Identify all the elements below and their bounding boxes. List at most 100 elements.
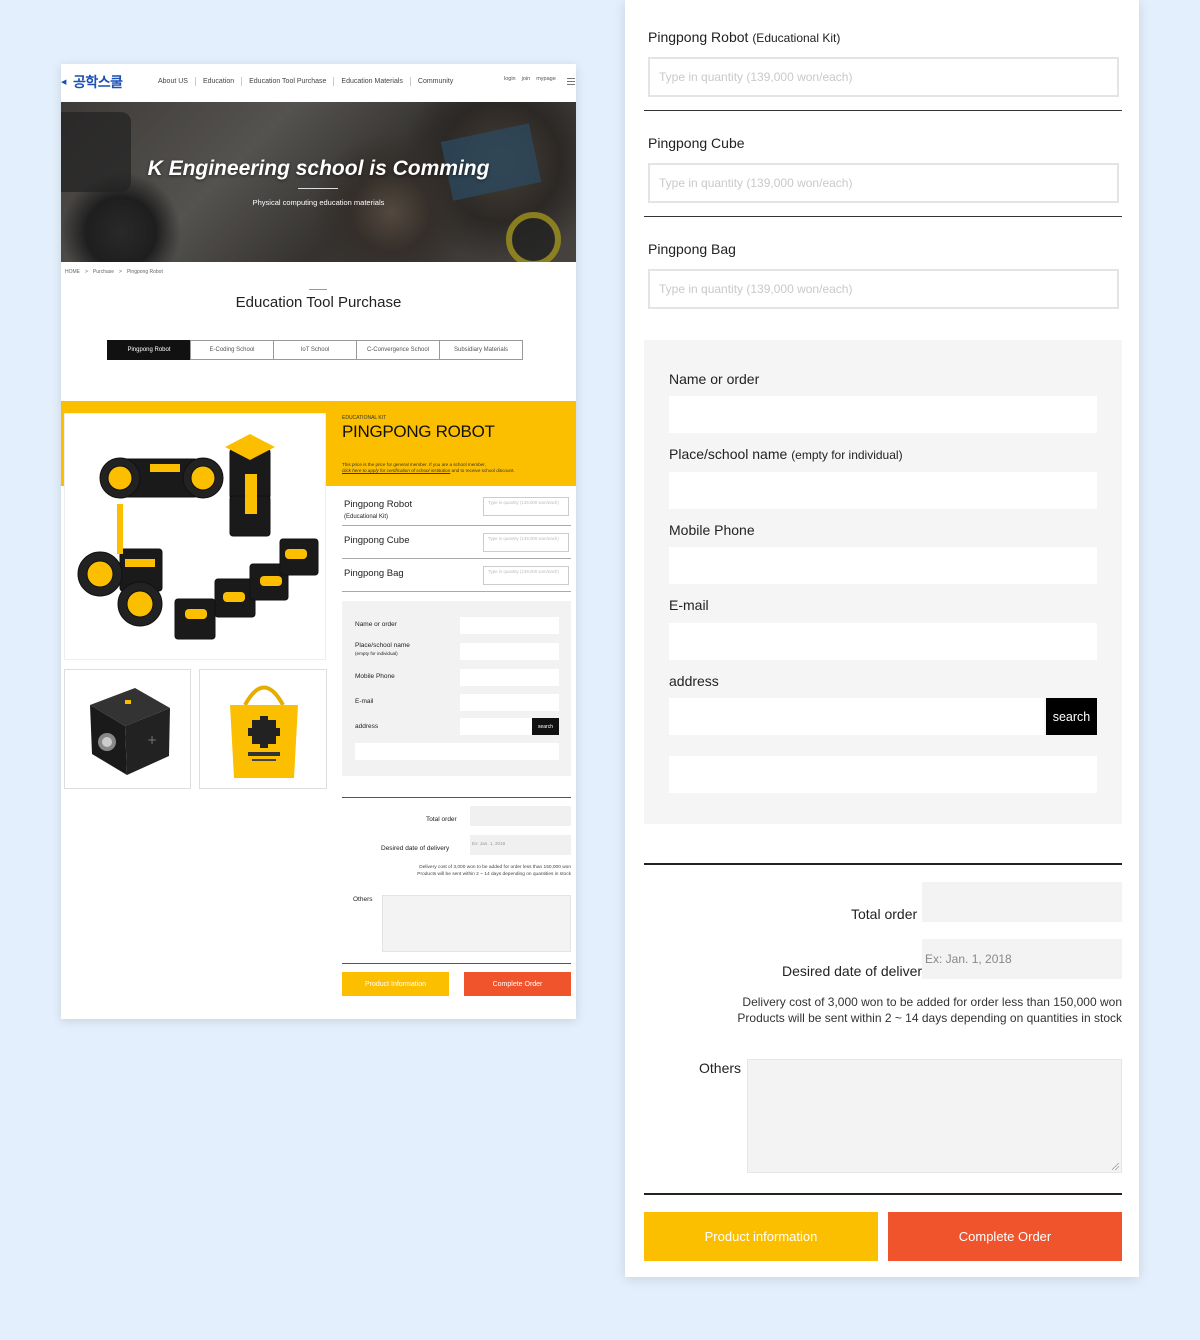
item-row-robot: Pingpong Robot (Educational Kit) Type in … <box>342 493 571 526</box>
email-input[interactable] <box>669 623 1097 660</box>
quantity-input-bag[interactable]: Type in quantity (139,000 won/each) <box>483 566 569 585</box>
quantity-input-robot[interactable]: Type in quantity (139,000 won/each) <box>483 497 569 516</box>
product-name: PINGPONG ROBOT <box>342 422 495 441</box>
hamburger-menu-icon[interactable] <box>567 78 575 85</box>
email-label: E-mail <box>355 698 374 705</box>
phone-input[interactable] <box>460 669 559 686</box>
top-navigation: ◀ 공학스쿨 About US Education Education Tool… <box>61 64 576 100</box>
address-label: address <box>355 723 379 730</box>
orderer-info-box: Name or order Place/school name (empty f… <box>644 340 1122 824</box>
section-divider <box>644 863 1122 865</box>
address-input[interactable] <box>669 698 1044 735</box>
section-divider <box>644 110 1122 111</box>
address-detail-input[interactable] <box>669 756 1097 793</box>
address-label: address <box>669 673 719 689</box>
place-label-text: Place/school name <box>669 446 788 462</box>
hero-divider <box>298 188 338 189</box>
menu-item-about[interactable]: About US <box>151 77 196 86</box>
site-logo[interactable]: 공학스쿨 <box>73 72 123 92</box>
delivery-note: Delivery cost of 3,000 won to be added f… <box>644 994 1122 1026</box>
quantity-input-bag[interactable]: Type in quantity (139,000 won/each) <box>648 269 1119 309</box>
tab-subsidiary-materials[interactable]: Subsidiary Materials <box>439 340 523 360</box>
email-input[interactable] <box>460 694 559 711</box>
item-sub-label: (Educational Kit) <box>752 31 841 45</box>
item-sub-label: (Educational Kit) <box>344 514 389 520</box>
product-kicker: EDUCATIONAL KIT <box>342 415 387 421</box>
others-textarea[interactable] <box>747 1059 1122 1173</box>
address-detail-input[interactable] <box>355 743 559 760</box>
item-label: Pingpong Robot (Educational Kit) <box>648 29 840 45</box>
breadcrumb-current: Pingpong Robot <box>126 269 163 275</box>
name-input[interactable] <box>460 617 559 634</box>
delivery-note: Delivery cost of 3,000 won to be added f… <box>342 864 571 878</box>
name-input[interactable] <box>669 396 1097 433</box>
address-search-button[interactable]: search <box>532 718 559 735</box>
product-information-button[interactable]: Product information <box>644 1212 878 1261</box>
item-name: Pingpong Bag <box>344 568 404 579</box>
delivery-cost-note: Delivery cost of 3,000 won to be added f… <box>419 865 571 870</box>
item-row-cube: Pingpong Cube Type in quantity (139,000 … <box>342 529 571 559</box>
login-link[interactable]: login <box>504 76 516 82</box>
name-label: Name or order <box>355 621 397 628</box>
section-divider <box>342 963 571 964</box>
tab-pingpong-robot[interactable]: Pingpong Robot <box>107 340 191 360</box>
menu-item-materials[interactable]: Education Materials <box>334 77 411 86</box>
tab-iot-school[interactable]: IoT School <box>273 340 357 360</box>
phone-input[interactable] <box>669 547 1097 584</box>
quantity-input-cube[interactable]: Type in quantity (139,000 won/each) <box>648 163 1119 203</box>
breadcrumb: HOME > Purchase > Pingpong Robot <box>65 269 163 275</box>
orderer-info-box: Name or order Place/school name (empty fo… <box>342 601 571 776</box>
complete-order-button[interactable]: Complete Order <box>888 1212 1122 1261</box>
join-link[interactable]: join <box>522 76 531 82</box>
delivery-date-input[interactable]: Ex: Jan. 1, 2018 <box>470 835 571 855</box>
quantity-input-robot[interactable]: Type in quantity (139,000 won/each) <box>648 57 1119 97</box>
title-dash <box>309 289 327 290</box>
product-main-image <box>64 413 326 660</box>
place-input[interactable] <box>669 472 1097 509</box>
place-input[interactable] <box>460 643 559 660</box>
email-label: E-mail <box>669 597 709 613</box>
menu-item-community[interactable]: Community <box>411 77 460 86</box>
name-label: Name or order <box>669 371 760 387</box>
place-sub-label: (empty for individual) <box>355 651 398 656</box>
pingpong-robot-kit-illustration <box>77 434 319 640</box>
price-note-text: This price is the price for general memb… <box>342 462 486 467</box>
address-input[interactable] <box>460 718 532 735</box>
pingpong-bag-illustration <box>230 685 298 778</box>
school-certification-link[interactable]: click here to apply for certification of… <box>342 468 450 473</box>
item-name-label: Pingpong Robot <box>344 499 413 510</box>
breadcrumb-separator: > <box>85 269 88 275</box>
quantity-input-cube[interactable]: Type in quantity (139,000 won/each) <box>483 533 569 552</box>
menu-item-education[interactable]: Education <box>196 77 243 86</box>
breadcrumb-home[interactable]: HOME <box>65 269 80 275</box>
item-row-bag: Pingpong Bag Type in quantity (139,000 w… <box>342 562 571 592</box>
section-divider <box>644 1193 1122 1195</box>
product-cube-thumbnail[interactable]: + <box>64 669 191 789</box>
item-name: Pingpong Cube <box>344 535 410 546</box>
others-textarea[interactable] <box>382 895 571 952</box>
product-information-button[interactable]: Product Information <box>342 972 449 996</box>
hero-banner: K Engineering school is Comming Physical… <box>61 102 576 262</box>
place-label: Place/school name (empty for individual) <box>355 642 410 658</box>
mypage-link[interactable]: mypage <box>536 76 556 82</box>
address-search-button[interactable]: search <box>1046 698 1097 735</box>
item-label: Pingpong Bag <box>648 241 736 257</box>
tab-e-coding-school[interactable]: E-Coding School <box>190 340 274 360</box>
resize-grip-icon[interactable] <box>1112 1163 1119 1170</box>
delivery-cost-note: Delivery cost of 3,000 won to be added f… <box>742 995 1122 1009</box>
tab-c-convergence-school[interactable]: C-Convergence School <box>356 340 440 360</box>
utility-links: login join mypage <box>504 76 556 82</box>
breadcrumb-purchase[interactable]: Purchase <box>93 269 114 275</box>
main-menu: About US Education Education Tool Purcha… <box>151 77 460 86</box>
product-bag-thumbnail[interactable] <box>199 669 327 789</box>
phone-label: Mobile Phone <box>669 522 755 538</box>
section-divider <box>644 216 1122 217</box>
item-name-label: Pingpong Robot <box>648 29 749 45</box>
delivery-date-input[interactable]: Ex: Jan. 1, 2018 <box>922 939 1122 979</box>
others-label: Others <box>353 896 373 903</box>
menu-item-purchase[interactable]: Education Tool Purchase <box>242 77 335 86</box>
complete-order-button[interactable]: Complete Order <box>464 972 571 996</box>
hero-subtitle: Physical computing education materials <box>252 198 385 207</box>
price-note: This price is the price for general memb… <box>342 462 572 474</box>
item-label: Pingpong Cube <box>648 135 745 151</box>
